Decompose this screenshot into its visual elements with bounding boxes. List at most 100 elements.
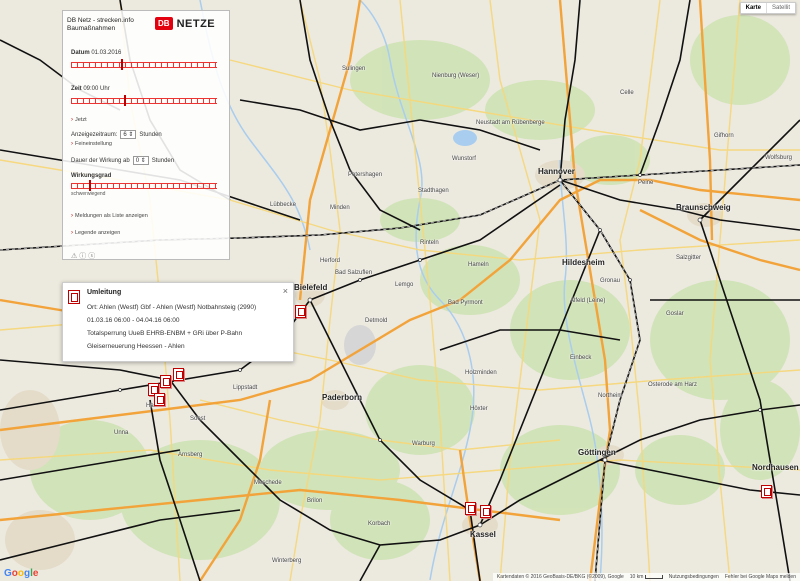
popup-ort: Ort: Ahlen (Westf) Gbf - Ahlen (Westf) N… xyxy=(87,304,257,311)
map-type-toggle: Karte Satellit xyxy=(739,2,796,14)
construction-marker[interactable] xyxy=(480,505,491,518)
google-logo[interactable]: Google xyxy=(4,568,38,579)
anzeigezeitraum-unit: Stunden xyxy=(139,131,162,138)
construction-marker[interactable] xyxy=(761,485,772,498)
dauer-value: 0 xyxy=(135,158,140,164)
liste-link[interactable]: › Meldungen als Liste anzeigen xyxy=(71,213,148,219)
city-label: Hannover xyxy=(538,167,575,176)
city-label: Unna xyxy=(114,430,129,436)
city-label: Osterode am Harz xyxy=(648,382,698,388)
city-label: Göttingen xyxy=(578,448,616,457)
wirkungsgrad-label: Wirkungsgrad xyxy=(71,173,111,179)
feineinstellung-link[interactable]: › Feineinstellung xyxy=(71,141,112,147)
city-label: Soest xyxy=(190,416,206,422)
report-link[interactable]: Fehler bei Google Maps melden xyxy=(725,574,796,580)
feineinstellung-link-text: Feineinstellung xyxy=(75,141,112,147)
city-label: Goslar xyxy=(666,311,684,317)
anzeigezeitraum-label: Anzeigezeitraum: xyxy=(71,131,118,138)
close-icon[interactable]: × xyxy=(283,286,288,296)
city-label: Bad Pyrmont xyxy=(448,300,483,306)
scale-bar xyxy=(644,574,663,579)
datum-value: 01.03.2016 xyxy=(91,50,122,56)
construction-sign-icon xyxy=(68,290,80,304)
wirkungsgrad-label-text: Wirkungsgrad xyxy=(71,173,112,179)
city-label: Rinteln xyxy=(420,240,439,246)
city-label: Salzgitter xyxy=(676,255,702,261)
city-label: Paderborn xyxy=(322,393,363,402)
panel-subtitle: Baumaßnahmen xyxy=(67,25,116,32)
panel-header: DB Netz - strecken.info Baumaßnahmen xyxy=(67,17,134,33)
city-label: Gifhorn xyxy=(714,133,734,139)
construction-marker[interactable] xyxy=(154,393,165,406)
datum-slider[interactable] xyxy=(71,59,217,70)
city-label: Minden xyxy=(330,205,350,211)
map-type-karte-button[interactable]: Karte xyxy=(741,3,766,13)
city-label: Wunstorf xyxy=(452,156,476,162)
city-label: Brilon xyxy=(307,498,323,504)
city-label: Kassel xyxy=(470,530,496,539)
wirkungsgrad-scale: schwerwiegend xyxy=(71,191,106,197)
zeit-label-text: Zeit xyxy=(71,86,82,92)
city-label: Detmold xyxy=(365,318,388,324)
anzeigezeitraum-select[interactable]: 6 ⇕ xyxy=(120,130,137,139)
city-label: Stadthagen xyxy=(418,188,449,194)
anzeigezeitraum-field: Anzeigezeitraum: 6 ⇕ Stunden xyxy=(71,130,162,139)
panel-title: DB Netz - strecken.info xyxy=(67,17,134,24)
construction-marker[interactable] xyxy=(295,305,306,318)
city-label: Nienburg (Weser) xyxy=(432,73,480,79)
dauer-unit: Stunden xyxy=(151,157,175,164)
city-label: Northeim xyxy=(598,393,623,399)
city-label: Gronau xyxy=(600,278,621,284)
info-icon: ⓘ xyxy=(79,253,89,260)
legende-link[interactable]: › Legende anzeigen xyxy=(71,230,120,236)
city-label: Braunschweig xyxy=(676,203,731,212)
steinhuder-meer xyxy=(453,130,477,146)
popup-zeitraum: 01.03.16 06:00 - 04.04.16 06:00 xyxy=(87,317,180,324)
terms-link[interactable]: Nutzungsbedingungen xyxy=(669,574,719,580)
construction-marker[interactable] xyxy=(173,368,184,381)
liste-link-text: Meldungen als Liste anzeigen xyxy=(75,213,148,219)
city-label: Warburg xyxy=(412,441,435,447)
chevron-right-icon: › xyxy=(71,141,73,147)
construction-marker[interactable] xyxy=(160,375,171,388)
zeit-slider[interactable] xyxy=(71,95,217,106)
construction-marker[interactable] xyxy=(465,502,476,515)
city-label: Höxter xyxy=(470,406,488,412)
popup-title: Umleitung xyxy=(87,289,122,296)
wirkungsgrad-slider[interactable] xyxy=(71,180,217,191)
chevron-right-icon: › xyxy=(71,213,73,219)
city-label: Petershagen xyxy=(348,172,383,178)
city-label: Sulingen xyxy=(342,66,366,72)
restricted-area xyxy=(344,325,376,365)
zeit-value: 09:00 Uhr xyxy=(83,86,110,92)
city-label: Lübbecke xyxy=(270,202,297,208)
wirkungsgrad-slider-thumb[interactable] xyxy=(88,180,91,191)
city-label: Lemgo xyxy=(395,282,414,288)
dauer-field: Dauer der Wirkung ab 0 ⇕ Stunden xyxy=(71,156,174,165)
map-type-satellit-button[interactable]: Satellit xyxy=(765,3,795,13)
dauer-select[interactable]: 0 ⇕ xyxy=(132,156,149,165)
city-label: Neustadt am Rübenberge xyxy=(476,120,545,126)
zeit-slider-thumb[interactable] xyxy=(123,95,126,106)
city-label: Peine xyxy=(638,180,654,186)
city-label: Celle xyxy=(620,90,634,96)
jetzt-link[interactable]: › Jetzt xyxy=(71,117,87,123)
city-label: Einbeck xyxy=(570,355,592,361)
chevron-right-icon: › xyxy=(71,117,73,123)
datum-slider-thumb[interactable] xyxy=(120,59,123,70)
popup-beschreibung: Totalsperrung UueB EHRB-ENBM + GRi über … xyxy=(87,330,243,337)
city-label: Herford xyxy=(320,258,341,264)
db-netze-logo: DB NETZE xyxy=(155,17,215,30)
city-label: Hameln xyxy=(468,262,489,268)
scale-label: 10 km xyxy=(629,574,644,580)
city-label: Bad Salzuflen xyxy=(335,270,373,276)
city-label: Winterberg xyxy=(272,558,302,564)
dauer-label: Dauer der Wirkung ab xyxy=(71,157,130,164)
netze-wordmark: NETZE xyxy=(176,17,216,30)
legend-icons: ⚠ⓘⓢ xyxy=(71,251,97,261)
attribution-data: Kartendaten © 2016 GeoBasis-DE/BKG (©200… xyxy=(496,574,624,580)
jetzt-link-text: Jetzt xyxy=(75,117,87,123)
city-label: Meschede xyxy=(254,480,282,486)
city-label: Bielefeld xyxy=(294,283,328,292)
city-label: Wolfsburg xyxy=(765,155,792,161)
